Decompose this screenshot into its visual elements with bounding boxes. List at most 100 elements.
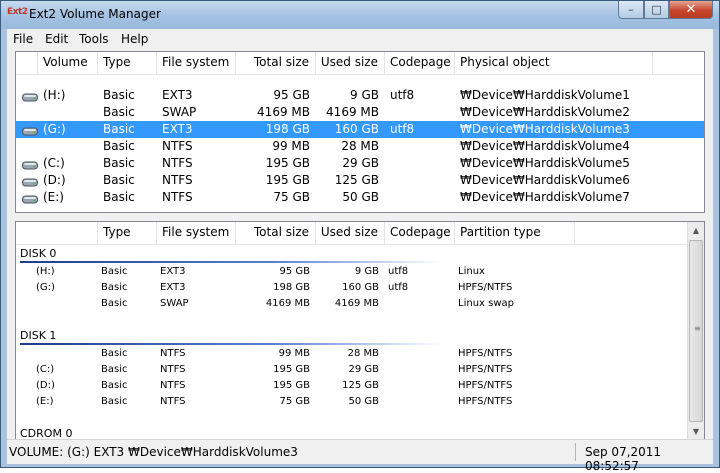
- cell-type: Basic: [103, 105, 135, 119]
- cell-partition-type: HPFS/NTFS: [458, 396, 513, 407]
- column-header-used-size[interactable]: Used size: [316, 222, 385, 244]
- column-header-codepage[interactable]: Codepage: [385, 222, 455, 244]
- column-header-used-size[interactable]: Used size: [316, 52, 385, 74]
- cell-volume: (E:): [43, 190, 64, 204]
- menu-help[interactable]: Help: [121, 32, 148, 46]
- partition-row[interactable]: (H:) Basic EXT3 95 GB 9 GB utf8 Linux: [16, 265, 686, 281]
- cell-total-size: 99 MB: [272, 139, 310, 153]
- table-row[interactable]: (D:) Basic NTFS 195 GB 125 GB ₩Device₩Harddis…: [16, 172, 704, 189]
- cell-physical-object: ₩Device₩HarddiskVolume1: [460, 88, 630, 102]
- column-header-partition-type[interactable]: Partition type: [455, 222, 575, 244]
- table-row[interactable]: (C:) Basic NTFS 195 GB 29 GB ₩Device₩Harddisk…: [16, 155, 704, 172]
- cell-type: Basic: [103, 190, 135, 204]
- cell-type: Basic: [103, 139, 135, 153]
- close-button[interactable]: ✕: [669, 1, 713, 19]
- volume-list-header: Volume Type File system Total size Used …: [16, 52, 704, 75]
- partition-row[interactable]: Basic NTFS 99 MB 28 MB HPFS/NTFS: [16, 347, 686, 363]
- vertical-scrollbar[interactable]: ▲ ≡ ▼: [687, 222, 704, 440]
- column-header-codepage[interactable]: Codepage: [385, 52, 455, 74]
- table-row[interactable]: (H:) Basic EXT3 95 GB 9 GB utf8 ₩Device₩Harddi…: [16, 87, 704, 104]
- cell-file-system: EXT3: [162, 122, 193, 136]
- column-header-total-size[interactable]: Total size: [236, 52, 316, 74]
- cell-used-size: 160 GB: [342, 282, 379, 293]
- partition-row[interactable]: (G:) Basic EXT3 198 GB 160 GB utf8 HPFS/NTFS: [16, 281, 686, 297]
- scroll-down-arrow-icon[interactable]: ▼: [688, 423, 704, 440]
- cell-partition-type: HPFS/NTFS: [458, 282, 513, 293]
- volume-list[interactable]: Volume Type File system Total size Used …: [15, 51, 705, 213]
- cell-total-size: 95 GB: [273, 88, 310, 102]
- cell-volume: (C:): [36, 364, 55, 375]
- drive-icon: [22, 125, 38, 136]
- cell-type: Basic: [103, 156, 135, 170]
- column-header-total-size[interactable]: Total size: [236, 222, 316, 244]
- cell-used-size: 4169 MB: [334, 298, 379, 309]
- cell-file-system: SWAP: [160, 298, 189, 309]
- partition-row[interactable]: (D:) Basic NTFS 195 GB 125 GB HPFS/NTFS: [16, 379, 686, 395]
- column-header-file-system[interactable]: File system: [157, 52, 236, 74]
- column-header-file-system[interactable]: File system: [157, 222, 236, 244]
- cell-file-system: NTFS: [160, 396, 186, 407]
- cell-used-size: 9 GB: [350, 88, 379, 102]
- cell-total-size: 75 GB: [273, 190, 310, 204]
- table-row-selected[interactable]: (G:) Basic EXT3 198 GB 160 GB utf8 ₩Device₩Har…: [16, 121, 704, 138]
- partition-row[interactable]: (E:) Basic NTFS 75 GB 50 GB HPFS/NTFS: [16, 395, 686, 411]
- title-bar[interactable]: Ext2 Ext2 Volume Manager – □ ✕: [1, 1, 719, 29]
- status-bar: VOLUME: (G:) EXT3 ₩Device₩HarddiskVolume…: [7, 439, 713, 473]
- app-window: Ext2 Ext2 Volume Manager – □ ✕ File Edit…: [0, 0, 720, 473]
- disk-layout-list[interactable]: Type File system Total size Used size Co…: [15, 221, 705, 441]
- cell-partition-type: HPFS/NTFS: [458, 380, 513, 391]
- cell-used-size: 28 MB: [347, 348, 379, 359]
- cell-partition-type: Linux: [458, 266, 485, 277]
- partition-row[interactable]: (C:) Basic NTFS 195 GB 29 GB HPFS/NTFS: [16, 363, 686, 379]
- client-area: Volume Type File system Total size Used …: [7, 49, 713, 441]
- table-row[interactable]: Basic NTFS 99 MB 28 MB ₩Device₩HarddiskVolum…: [16, 138, 704, 155]
- cell-physical-object: ₩Device₩HarddiskVolume2: [460, 105, 630, 119]
- minimize-button[interactable]: –: [618, 1, 644, 19]
- menu-edit[interactable]: Edit: [45, 32, 68, 46]
- cell-type: Basic: [101, 348, 128, 359]
- column-header-type[interactable]: Type: [98, 52, 157, 74]
- menu-tools[interactable]: Tools: [79, 32, 109, 46]
- cell-used-size: 29 GB: [342, 156, 379, 170]
- column-header-icon: [16, 52, 38, 74]
- cell-physical-object: ₩Device₩HarddiskVolume6: [460, 173, 630, 187]
- menu-file[interactable]: File: [13, 32, 33, 46]
- cell-partition-type: Linux swap: [458, 298, 514, 309]
- cell-used-size: 28 MB: [341, 139, 379, 153]
- cell-volume: (H:): [43, 88, 66, 102]
- scrollbar-thumb[interactable]: ≡: [689, 240, 703, 422]
- cell-codepage: utf8: [390, 122, 415, 136]
- cell-total-size: 195 GB: [265, 156, 310, 170]
- cell-total-size: 95 GB: [279, 266, 310, 277]
- partition-row[interactable]: Basic SWAP 4169 MB 4169 MB Linux swap: [16, 297, 686, 313]
- cell-volume: (E:): [36, 396, 54, 407]
- cell-type: Basic: [101, 282, 128, 293]
- cell-total-size: 198 GB: [273, 282, 310, 293]
- cell-total-size: 195 GB: [265, 173, 310, 187]
- column-header-physical-object[interactable]: Physical object: [455, 52, 653, 74]
- maximize-button[interactable]: □: [644, 1, 669, 19]
- cell-used-size: 4169 MB: [326, 105, 379, 119]
- cell-physical-object: ₩Device₩HarddiskVolume4: [460, 139, 630, 153]
- column-header-volume-blank[interactable]: [16, 222, 98, 244]
- column-header-type[interactable]: Type: [98, 222, 157, 244]
- drive-icon: [22, 159, 38, 170]
- table-row[interactable]: Basic SWAP 4169 MB 4169 MB ₩Device₩HarddiskV…: [16, 104, 704, 121]
- cell-file-system: NTFS: [162, 156, 193, 170]
- cell-file-system: NTFS: [162, 190, 193, 204]
- table-row[interactable]: (E:) Basic NTFS 75 GB 50 GB ₩Device₩HarddiskV…: [16, 189, 704, 206]
- column-header-volume[interactable]: Volume: [38, 52, 98, 74]
- window-title: Ext2 Volume Manager: [29, 7, 161, 21]
- cell-type: Basic: [103, 122, 135, 136]
- cell-physical-object: ₩Device₩HarddiskVolume7: [460, 190, 630, 204]
- cell-used-size: 125 GB: [342, 380, 379, 391]
- scroll-up-arrow-icon[interactable]: ▲: [688, 222, 704, 239]
- column-header-filler: [653, 52, 704, 74]
- cell-used-size: 9 GB: [354, 266, 379, 277]
- cell-partition-type: HPFS/NTFS: [458, 364, 513, 375]
- cell-total-size: 75 GB: [279, 396, 310, 407]
- cell-file-system: NTFS: [160, 364, 186, 375]
- cell-total-size: 198 GB: [265, 122, 310, 136]
- cell-physical-object: ₩Device₩HarddiskVolume3: [460, 122, 630, 136]
- cell-file-system: EXT3: [160, 266, 186, 277]
